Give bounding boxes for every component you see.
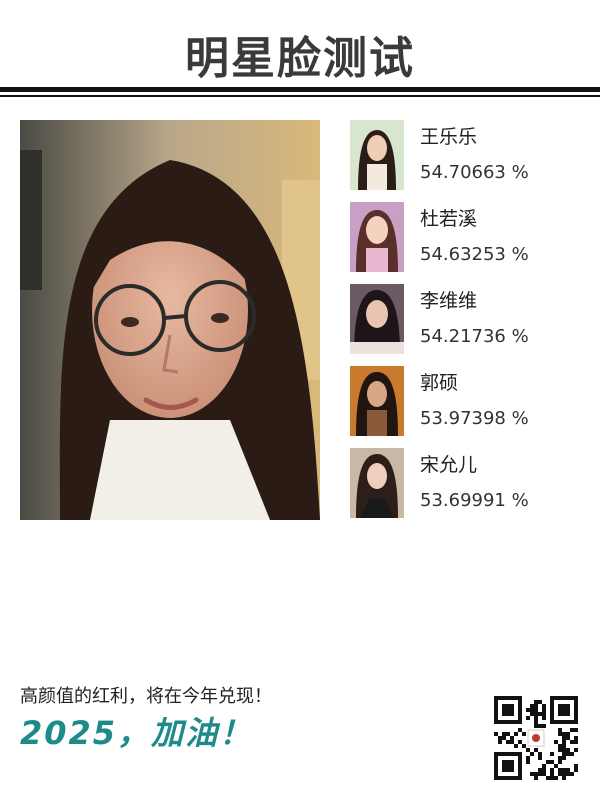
match-item[interactable]: 郭硕 53.97398 % [350,366,590,436]
header-divider-thin [0,95,600,97]
match-score: 54.63253 % [420,244,529,265]
match-score: 53.69991 % [420,490,529,511]
match-score: 54.70663 % [420,162,529,183]
match-item[interactable]: 宋允儿 53.69991 % [350,448,590,518]
user-selfie-photo-icon [20,120,320,520]
tagline: 高颜值的红利，将在今年兑现！ [20,686,272,707]
match-name: 郭硕 [420,372,459,394]
celebrity-avatar-icon [350,284,404,354]
match-name: 王乐乐 [420,126,478,148]
match-score: 54.21736 % [420,326,529,347]
match-name: 杜若溪 [420,208,478,230]
match-item[interactable]: 王乐乐 54.70663 % [350,120,590,190]
qr-code-icon[interactable] [494,696,578,780]
match-score: 53.97398 % [420,408,529,429]
header-divider-thick [0,87,600,92]
celebrity-avatar-icon [350,120,404,190]
match-item[interactable]: 杜若溪 54.63253 % [350,202,590,272]
celebrity-avatar-icon [350,448,404,518]
celebrity-avatar-icon [350,366,404,436]
user-photo [20,120,320,520]
celebrity-avatar-icon [350,202,404,272]
slogan: 2025，加油！ [20,714,254,752]
match-name: 李维维 [420,290,478,312]
page-title: 明星脸测试 [185,33,415,84]
match-item[interactable]: 李维维 54.21736 % [350,284,590,354]
match-name: 宋允儿 [420,454,478,476]
